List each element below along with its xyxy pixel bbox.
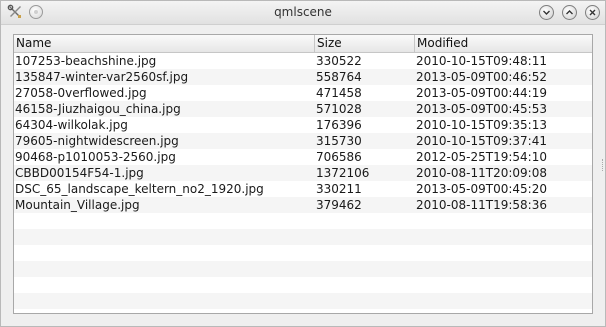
cell-modified: 2010-08-11T19:58:36	[416, 198, 547, 212]
cell-modified: 2012-05-25T19:54:10	[416, 150, 547, 164]
cell-name: 79605-nightwidescreen.jpg	[15, 134, 179, 148]
cell-size: 571028	[316, 102, 362, 116]
table-body: 107253-beachshine.jpg 330522 2010-10-15T…	[14, 53, 592, 313]
title-bar[interactable]: qmlscene	[1, 1, 605, 25]
cell-modified: 2013-05-09T00:46:52	[416, 70, 547, 84]
cell-name: 64304-wilkolak.jpg	[15, 118, 128, 132]
empty-row	[14, 261, 592, 277]
cell-size: 330522	[316, 54, 362, 68]
cell-name: DSC_65_landscape_keltern_no2_1920.jpg	[15, 182, 264, 196]
app-window: qmlscene Name Size Modified 107253-beach…	[0, 0, 606, 327]
cell-size: 330211	[316, 182, 362, 196]
cell-modified: 2010-10-15T09:35:13	[416, 118, 547, 132]
table-row[interactable]: 64304-wilkolak.jpg 176396 2010-10-15T09:…	[14, 117, 592, 133]
table-row[interactable]: 46158-Jiuzhaigou_china.jpg 571028 2013-0…	[14, 101, 592, 117]
table-header: Name Size Modified	[14, 35, 592, 53]
resize-grip[interactable]	[602, 159, 605, 171]
empty-row	[14, 277, 592, 293]
cell-modified: 2013-05-09T00:45:53	[416, 102, 547, 116]
cell-name: 90468-p1010053-2560.jpg	[15, 150, 176, 164]
close-icon	[589, 9, 596, 16]
cell-size: 706586	[316, 150, 362, 164]
empty-row	[14, 293, 592, 309]
column-header-modified[interactable]: Modified	[414, 35, 592, 52]
cell-modified: 2013-05-09T00:44:19	[416, 86, 547, 100]
cell-size: 558764	[316, 70, 362, 84]
cell-modified: 2010-10-15T09:48:11	[416, 54, 547, 68]
column-header-name[interactable]: Name	[14, 35, 314, 52]
minimize-button[interactable]	[539, 5, 554, 20]
cell-name: Mountain_Village.jpg	[15, 198, 140, 212]
empty-row	[14, 213, 592, 229]
table-row[interactable]: 135847-winter-var2560sf.jpg 558764 2013-…	[14, 69, 592, 85]
table-row[interactable]: 90468-p1010053-2560.jpg 706586 2012-05-2…	[14, 149, 592, 165]
table-row[interactable]: 107253-beachshine.jpg 330522 2010-10-15T…	[14, 53, 592, 69]
cell-name: 27058-0verflowed.jpg	[15, 86, 147, 100]
cell-size: 379462	[316, 198, 362, 212]
table-row[interactable]: 27058-0verflowed.jpg 471458 2013-05-09T0…	[14, 85, 592, 101]
empty-row	[14, 229, 592, 245]
cell-size: 315730	[316, 134, 362, 148]
chevron-down-icon	[543, 10, 550, 15]
close-button[interactable]	[585, 5, 600, 20]
column-header-size[interactable]: Size	[314, 35, 414, 52]
cell-name: CBBD00154F54-1.jpg	[15, 166, 144, 180]
maximize-button[interactable]	[562, 5, 577, 20]
cell-name: 135847-winter-var2560sf.jpg	[15, 70, 189, 84]
cell-modified: 2013-05-09T00:45:20	[416, 182, 547, 196]
empty-row	[14, 245, 592, 261]
empty-row	[14, 309, 592, 313]
cell-name: 46158-Jiuzhaigou_china.jpg	[15, 102, 181, 116]
window-title: qmlscene	[274, 5, 332, 19]
table-row[interactable]: Mountain_Village.jpg 379462 2010-08-11T1…	[14, 197, 592, 213]
cell-size: 471458	[316, 86, 362, 100]
cell-modified: 2010-10-15T09:37:41	[416, 134, 547, 148]
chevron-up-icon	[566, 10, 573, 15]
table-row[interactable]: 79605-nightwidescreen.jpg 315730 2010-10…	[14, 133, 592, 149]
file-table[interactable]: Name Size Modified 107253-beachshine.jpg…	[13, 34, 593, 314]
cell-size: 176396	[316, 118, 362, 132]
cell-modified: 2010-08-11T20:09:08	[416, 166, 547, 180]
table-row[interactable]: CBBD00154F54-1.jpg 1372106 2010-08-11T20…	[14, 165, 592, 181]
cell-size: 1372106	[316, 166, 370, 180]
table-row[interactable]: DSC_65_landscape_keltern_no2_1920.jpg 33…	[14, 181, 592, 197]
cell-name: 107253-beachshine.jpg	[15, 54, 157, 68]
